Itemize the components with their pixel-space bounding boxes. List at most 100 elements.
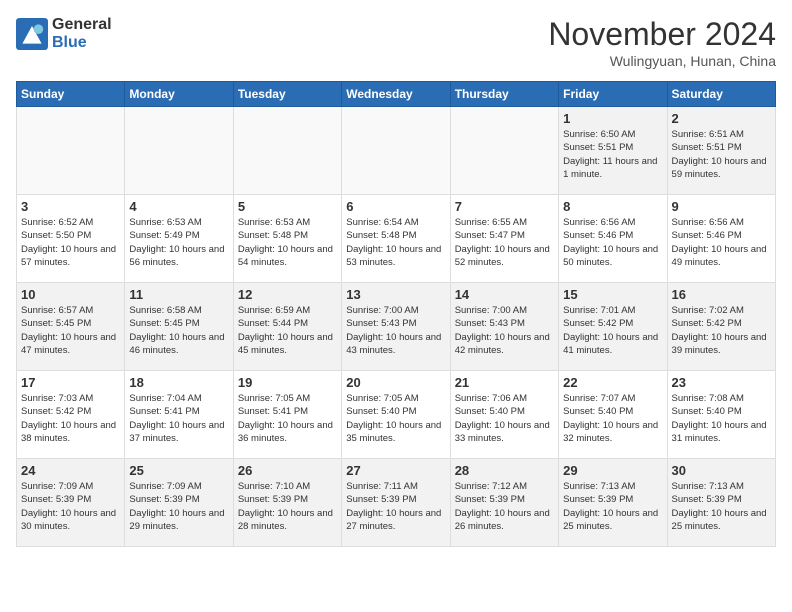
day-info: Sunrise: 6:59 AM Sunset: 5:44 PM Dayligh… (238, 304, 337, 357)
calendar-cell: 21 Sunrise: 7:06 AM Sunset: 5:40 PM Dayli… (450, 371, 558, 459)
calendar-cell: 6 Sunrise: 6:54 AM Sunset: 5:48 PM Daylig… (342, 195, 450, 283)
calendar-cell: 8 Sunrise: 6:56 AM Sunset: 5:46 PM Daylig… (559, 195, 667, 283)
calendar-cell (342, 107, 450, 195)
location-subtitle: Wulingyuan, Hunan, China (548, 53, 776, 69)
day-number: 9 (672, 199, 771, 214)
day-number: 28 (455, 463, 554, 478)
logo-blue-label: Blue (52, 34, 112, 52)
day-number: 3 (21, 199, 120, 214)
day-info: Sunrise: 7:00 AM Sunset: 5:43 PM Dayligh… (346, 304, 445, 357)
day-number: 30 (672, 463, 771, 478)
day-info: Sunrise: 6:51 AM Sunset: 5:51 PM Dayligh… (672, 128, 771, 181)
day-info: Sunrise: 7:13 AM Sunset: 5:39 PM Dayligh… (672, 480, 771, 533)
logo-text: General Blue (52, 16, 112, 51)
day-info: Sunrise: 7:12 AM Sunset: 5:39 PM Dayligh… (455, 480, 554, 533)
calendar-cell (125, 107, 233, 195)
month-title: November 2024 (548, 16, 776, 53)
header-thursday: Thursday (450, 82, 558, 107)
day-info: Sunrise: 6:54 AM Sunset: 5:48 PM Dayligh… (346, 216, 445, 269)
calendar-cell: 14 Sunrise: 7:00 AM Sunset: 5:43 PM Dayli… (450, 283, 558, 371)
day-info: Sunrise: 7:11 AM Sunset: 5:39 PM Dayligh… (346, 480, 445, 533)
day-number: 14 (455, 287, 554, 302)
day-info: Sunrise: 7:08 AM Sunset: 5:40 PM Dayligh… (672, 392, 771, 445)
day-info: Sunrise: 6:58 AM Sunset: 5:45 PM Dayligh… (129, 304, 228, 357)
calendar-cell: 4Sunrise: 6:53 AM Sunset: 5:49 PM Daylig… (125, 195, 233, 283)
calendar-cell: 27 Sunrise: 7:11 AM Sunset: 5:39 PM Dayli… (342, 459, 450, 547)
calendar-cell: 15 Sunrise: 7:01 AM Sunset: 5:42 PM Dayli… (559, 283, 667, 371)
logo-general-label: General (52, 16, 112, 34)
day-info: Sunrise: 6:50 AM Sunset: 5:51 PM Dayligh… (563, 128, 662, 181)
header-saturday: Saturday (667, 82, 775, 107)
day-number: 12 (238, 287, 337, 302)
calendar-cell: 19 Sunrise: 7:05 AM Sunset: 5:41 PM Dayli… (233, 371, 341, 459)
calendar-cell: 25 Sunrise: 7:09 AM Sunset: 5:39 PM Dayli… (125, 459, 233, 547)
header-tuesday: Tuesday (233, 82, 341, 107)
calendar-week-row: 10 Sunrise: 6:57 AM Sunset: 5:45 PM Dayli… (17, 283, 776, 371)
day-number: 2 (672, 111, 771, 126)
day-info: Sunrise: 7:06 AM Sunset: 5:40 PM Dayligh… (455, 392, 554, 445)
day-number: 26 (238, 463, 337, 478)
day-number: 11 (129, 287, 228, 302)
page-header: General Blue November 2024 Wulingyuan, H… (16, 16, 776, 69)
header-sunday: Sunday (17, 82, 125, 107)
day-info: Sunrise: 6:55 AM Sunset: 5:47 PM Dayligh… (455, 216, 554, 269)
calendar-cell (233, 107, 341, 195)
calendar-cell: 7 Sunrise: 6:55 AM Sunset: 5:47 PM Daylig… (450, 195, 558, 283)
day-number: 27 (346, 463, 445, 478)
day-number: 7 (455, 199, 554, 214)
calendar-cell: 22Sunrise: 7:07 AM Sunset: 5:40 PM Dayli… (559, 371, 667, 459)
calendar-cell: 12 Sunrise: 6:59 AM Sunset: 5:44 PM Dayli… (233, 283, 341, 371)
logo: General Blue (16, 16, 112, 51)
day-info: Sunrise: 6:56 AM Sunset: 5:46 PM Dayligh… (563, 216, 662, 269)
calendar-cell: 17Sunrise: 7:03 AM Sunset: 5:42 PM Dayli… (17, 371, 125, 459)
calendar-week-row: 3 Sunrise: 6:52 AM Sunset: 5:50 PM Daylig… (17, 195, 776, 283)
calendar-cell: 29 Sunrise: 7:13 AM Sunset: 5:39 PM Dayli… (559, 459, 667, 547)
calendar-cell: 10 Sunrise: 6:57 AM Sunset: 5:45 PM Dayli… (17, 283, 125, 371)
title-block: November 2024 Wulingyuan, Hunan, China (548, 16, 776, 69)
calendar-cell (17, 107, 125, 195)
calendar-cell: 11 Sunrise: 6:58 AM Sunset: 5:45 PM Dayli… (125, 283, 233, 371)
day-info: Sunrise: 7:09 AM Sunset: 5:39 PM Dayligh… (21, 480, 120, 533)
calendar-cell: 13 Sunrise: 7:00 AM Sunset: 5:43 PM Dayli… (342, 283, 450, 371)
day-info: Sunrise: 7:09 AM Sunset: 5:39 PM Dayligh… (129, 480, 228, 533)
day-info: Sunrise: 7:00 AM Sunset: 5:43 PM Dayligh… (455, 304, 554, 357)
day-number: 8 (563, 199, 662, 214)
day-number: 19 (238, 375, 337, 390)
header-wednesday: Wednesday (342, 82, 450, 107)
day-info: Sunrise: 6:57 AM Sunset: 5:45 PM Dayligh… (21, 304, 120, 357)
logo-icon (16, 18, 48, 50)
day-number: 10 (21, 287, 120, 302)
day-number: 6 (346, 199, 445, 214)
day-number: 20 (346, 375, 445, 390)
calendar-cell: 23 Sunrise: 7:08 AM Sunset: 5:40 PM Dayli… (667, 371, 775, 459)
day-info: Sunrise: 6:53 AM Sunset: 5:48 PM Dayligh… (238, 216, 337, 269)
calendar-cell: 5 Sunrise: 6:53 AM Sunset: 5:48 PM Daylig… (233, 195, 341, 283)
calendar-cell: 3 Sunrise: 6:52 AM Sunset: 5:50 PM Daylig… (17, 195, 125, 283)
day-info: Sunrise: 7:05 AM Sunset: 5:41 PM Dayligh… (238, 392, 337, 445)
calendar-cell: 24 Sunrise: 7:09 AM Sunset: 5:39 PM Dayli… (17, 459, 125, 547)
day-info: Sunrise: 6:52 AM Sunset: 5:50 PM Dayligh… (21, 216, 120, 269)
day-number: 15 (563, 287, 662, 302)
day-number: 1 (563, 111, 662, 126)
day-info: Sunrise: 7:13 AM Sunset: 5:39 PM Dayligh… (563, 480, 662, 533)
calendar-table: SundayMondayTuesdayWednesdayThursdayFrid… (16, 81, 776, 547)
calendar-cell: 1 Sunrise: 6:50 AM Sunset: 5:51 PM Daylig… (559, 107, 667, 195)
day-number: 18 (129, 375, 228, 390)
day-info: Sunrise: 6:56 AM Sunset: 5:46 PM Dayligh… (672, 216, 771, 269)
day-number: 29 (563, 463, 662, 478)
day-number: 24 (21, 463, 120, 478)
day-number: 23 (672, 375, 771, 390)
day-number: 16 (672, 287, 771, 302)
day-number: 21 (455, 375, 554, 390)
day-info: Sunrise: 6:53 AM Sunset: 5:49 PM Dayligh… (129, 216, 228, 269)
calendar-cell: 2 Sunrise: 6:51 AM Sunset: 5:51 PM Daylig… (667, 107, 775, 195)
calendar-cell: 16Sunrise: 7:02 AM Sunset: 5:42 PM Dayli… (667, 283, 775, 371)
calendar-week-row: 17Sunrise: 7:03 AM Sunset: 5:42 PM Dayli… (17, 371, 776, 459)
day-info: Sunrise: 7:03 AM Sunset: 5:42 PM Dayligh… (21, 392, 120, 445)
calendar-cell: 26Sunrise: 7:10 AM Sunset: 5:39 PM Dayli… (233, 459, 341, 547)
day-info: Sunrise: 7:01 AM Sunset: 5:42 PM Dayligh… (563, 304, 662, 357)
calendar-cell: 30 Sunrise: 7:13 AM Sunset: 5:39 PM Dayli… (667, 459, 775, 547)
day-number: 5 (238, 199, 337, 214)
day-number: 25 (129, 463, 228, 478)
day-number: 13 (346, 287, 445, 302)
